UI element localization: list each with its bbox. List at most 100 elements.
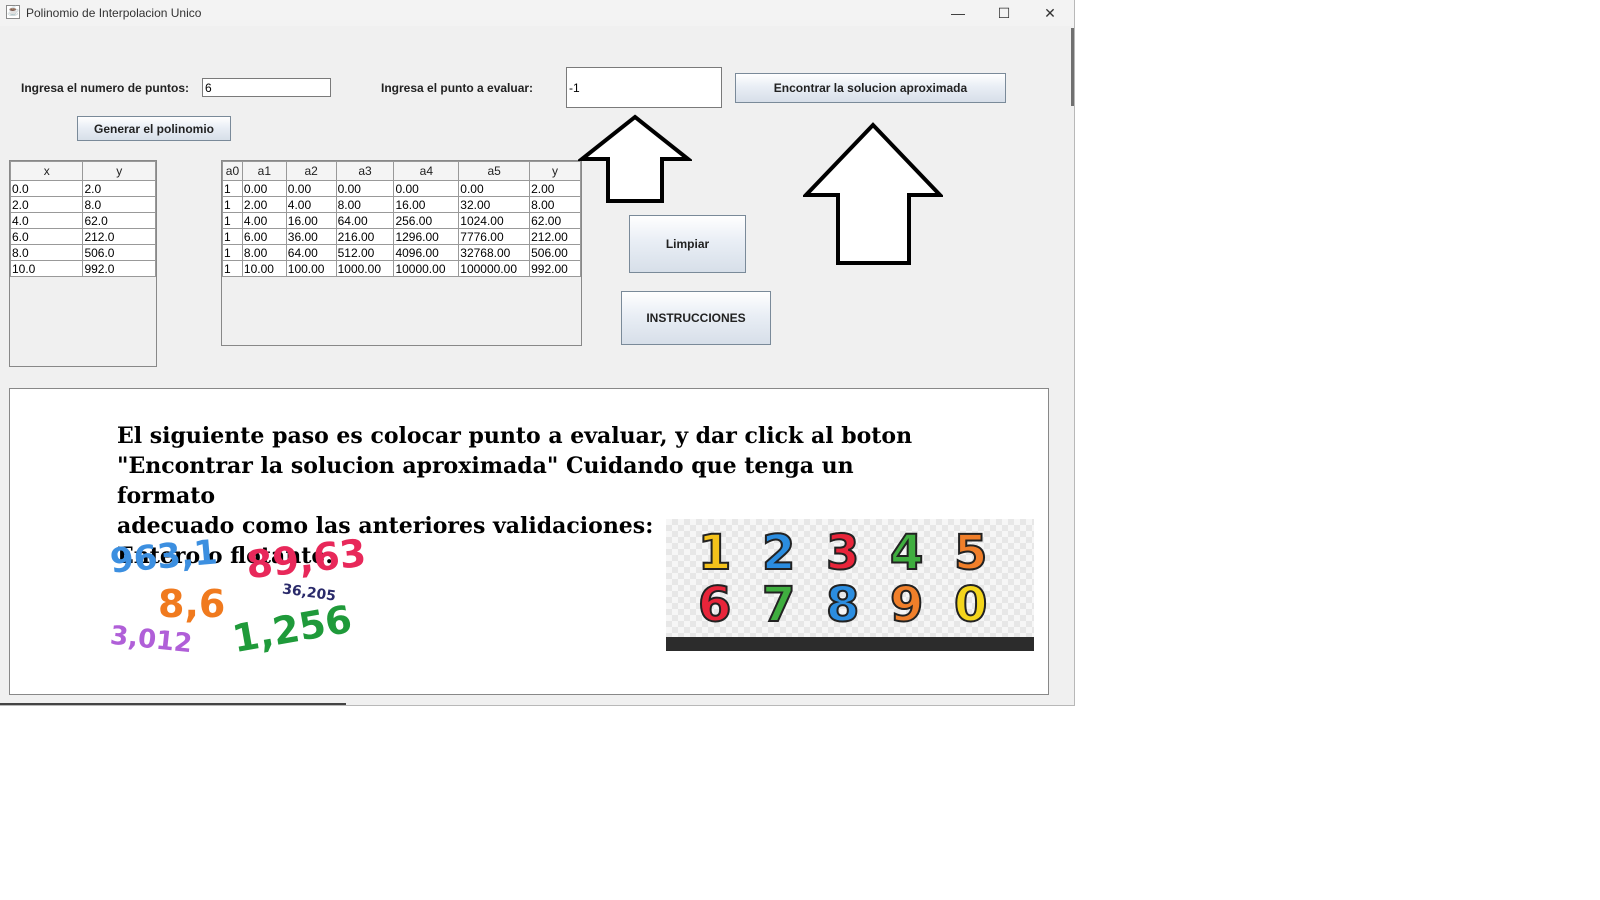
table-cell[interactable]: 1 [222,180,243,197]
table-row[interactable]: 1 10.00 100.00 1000.00 10000.00 100000.00 992.… [222,260,581,277]
find-solution-button[interactable]: Encontrar la solucion aproximada [735,73,1006,103]
table-cell[interactable]: 16.00 [285,212,337,229]
table-cell[interactable]: 0.00 [285,180,337,197]
digit: 8 [825,577,860,633]
table-cell[interactable]: 1 [222,228,243,245]
digit: 3 [825,525,860,581]
instructions-image-panel: El siguiente paso es colocar punto a eva… [9,388,1049,695]
table-row[interactable]: 1 8.00 64.00 512.00 4096.00 32768.00 506.00 [222,244,581,261]
table-cell[interactable]: 10.00 [241,260,287,277]
close-button[interactable]: ✕ [1027,0,1073,26]
table-cell[interactable]: 7776.00 [458,228,531,245]
points-table: x y 0.0 2.0 2.0 8.0 4.0 62.0 6.0 212.0 8.0 50… [10,161,156,277]
eval-point-input[interactable] [566,67,722,108]
table-cell[interactable]: 100.00 [285,260,337,277]
table-cell[interactable]: 64.00 [285,244,337,261]
table-cell[interactable]: 0.00 [241,180,287,197]
table-cell[interactable]: 1024.00 [458,212,531,229]
table-cell[interactable]: 4.00 [241,212,287,229]
instructions-button[interactable]: INSTRUCCIONES [621,291,771,345]
table-cell[interactable]: 100000.00 [458,260,531,277]
app-window: ☕ Polinomio de Interpolacion Unico — ☐ ✕… [0,0,1075,706]
table-cell[interactable]: 2.0 [82,180,156,197]
column-header-y[interactable]: y [529,161,581,181]
table-cell[interactable]: 2.0 [10,196,84,213]
digit: 9 [889,577,924,633]
table-cell[interactable]: 1 [222,260,243,277]
table-row[interactable]: 1 2.00 4.00 8.00 16.00 32.00 8.00 [222,196,581,213]
up-arrow-icon [803,122,943,265]
table-cell[interactable]: 8.0 [10,244,84,261]
column-header-a3[interactable]: a3 [335,161,395,181]
column-header-a4[interactable]: a4 [393,161,460,181]
table-cell[interactable]: 0.00 [335,180,395,197]
column-header-a1[interactable]: a1 [241,161,287,181]
column-header-a2[interactable]: a2 [285,161,337,181]
table-cell[interactable]: 2.00 [529,180,581,197]
table-cell[interactable]: 1000.00 [335,260,395,277]
table-cell[interactable]: 0.00 [458,180,531,197]
table-cell[interactable]: 32768.00 [458,244,531,261]
table-cell[interactable]: 8.00 [335,196,395,213]
table-row[interactable]: 0.0 2.0 [10,180,156,197]
table-cell[interactable]: 992.0 [82,260,156,277]
table-cell[interactable]: 1296.00 [393,228,460,245]
eval-point-label: Ingresa el punto a evaluar: [381,81,534,95]
table-cell[interactable]: 10.0 [10,260,84,277]
table-cell[interactable]: 8.00 [241,244,287,261]
sample-number: 8,6 [158,582,226,626]
column-header-a0[interactable]: a0 [222,161,243,181]
digit: 4 [889,525,924,581]
table-cell[interactable]: 1 [222,212,243,229]
table-row[interactable]: 10.0 992.0 [10,260,156,277]
table-cell[interactable]: 0.00 [393,180,460,197]
matrix-table-panel[interactable]: a0 a1 a2 a3 a4 a5 y 1 0.00 0.00 0.00 0.00 0.0… [221,160,582,346]
table-cell[interactable]: 4096.00 [393,244,460,261]
minimize-button[interactable]: — [935,0,981,26]
table-cell[interactable]: 216.00 [335,228,395,245]
column-header-x[interactable]: x [10,161,84,181]
table-cell[interactable]: 32.00 [458,196,531,213]
generate-polynomial-button[interactable]: Generar el polinomio [77,116,231,141]
table-cell[interactable]: 1 [222,196,243,213]
table-cell[interactable]: 0.0 [10,180,84,197]
table-cell[interactable]: 36.00 [285,228,337,245]
num-points-input[interactable] [202,78,331,97]
table-cell[interactable]: 6.0 [10,228,84,245]
table-row[interactable]: 4.0 62.0 [10,212,156,229]
column-header-y[interactable]: y [82,161,156,181]
table-cell[interactable]: 512.00 [335,244,395,261]
points-table-panel[interactable]: x y 0.0 2.0 2.0 8.0 4.0 62.0 6.0 212.0 8.0 50… [9,160,157,367]
table-cell[interactable]: 506.0 [82,244,156,261]
table-cell[interactable]: 992.00 [529,260,581,277]
table-row[interactable]: 1 0.00 0.00 0.00 0.00 0.00 2.00 [222,180,581,197]
table-row[interactable]: 8.0 506.0 [10,244,156,261]
table-cell[interactable]: 212.0 [82,228,156,245]
digit: 0 [953,577,988,633]
table-cell[interactable]: 256.00 [393,212,460,229]
table-cell[interactable]: 64.00 [335,212,395,229]
table-cell[interactable]: 8.00 [529,196,581,213]
table-cell[interactable]: 212.00 [529,228,581,245]
table-cell[interactable]: 62.00 [529,212,581,229]
table-row[interactable]: 1 4.00 16.00 64.00 256.00 1024.00 62.00 [222,212,581,229]
window-title: Polinomio de Interpolacion Unico [26,6,202,20]
table-cell[interactable]: 6.00 [241,228,287,245]
table-cell[interactable]: 4.0 [10,212,84,229]
table-cell[interactable]: 1 [222,244,243,261]
table-cell[interactable]: 2.00 [241,196,287,213]
table-cell[interactable]: 8.0 [82,196,156,213]
sample-number: 1,256 [229,596,356,662]
table-cell[interactable]: 62.0 [82,212,156,229]
maximize-button[interactable]: ☐ [981,0,1027,26]
table-cell[interactable]: 16.00 [393,196,460,213]
table-row[interactable]: 2.0 8.0 [10,196,156,213]
column-header-a5[interactable]: a5 [458,161,531,181]
table-row[interactable]: 1 6.00 36.00 216.00 1296.00 7776.00 212.00 [222,228,581,245]
title-bar: ☕ Polinomio de Interpolacion Unico — ☐ ✕ [0,0,1074,26]
table-cell[interactable]: 506.00 [529,244,581,261]
table-cell[interactable]: 4.00 [285,196,337,213]
table-row[interactable]: 6.0 212.0 [10,228,156,245]
clear-button[interactable]: Limpiar [629,215,746,273]
table-cell[interactable]: 10000.00 [393,260,460,277]
